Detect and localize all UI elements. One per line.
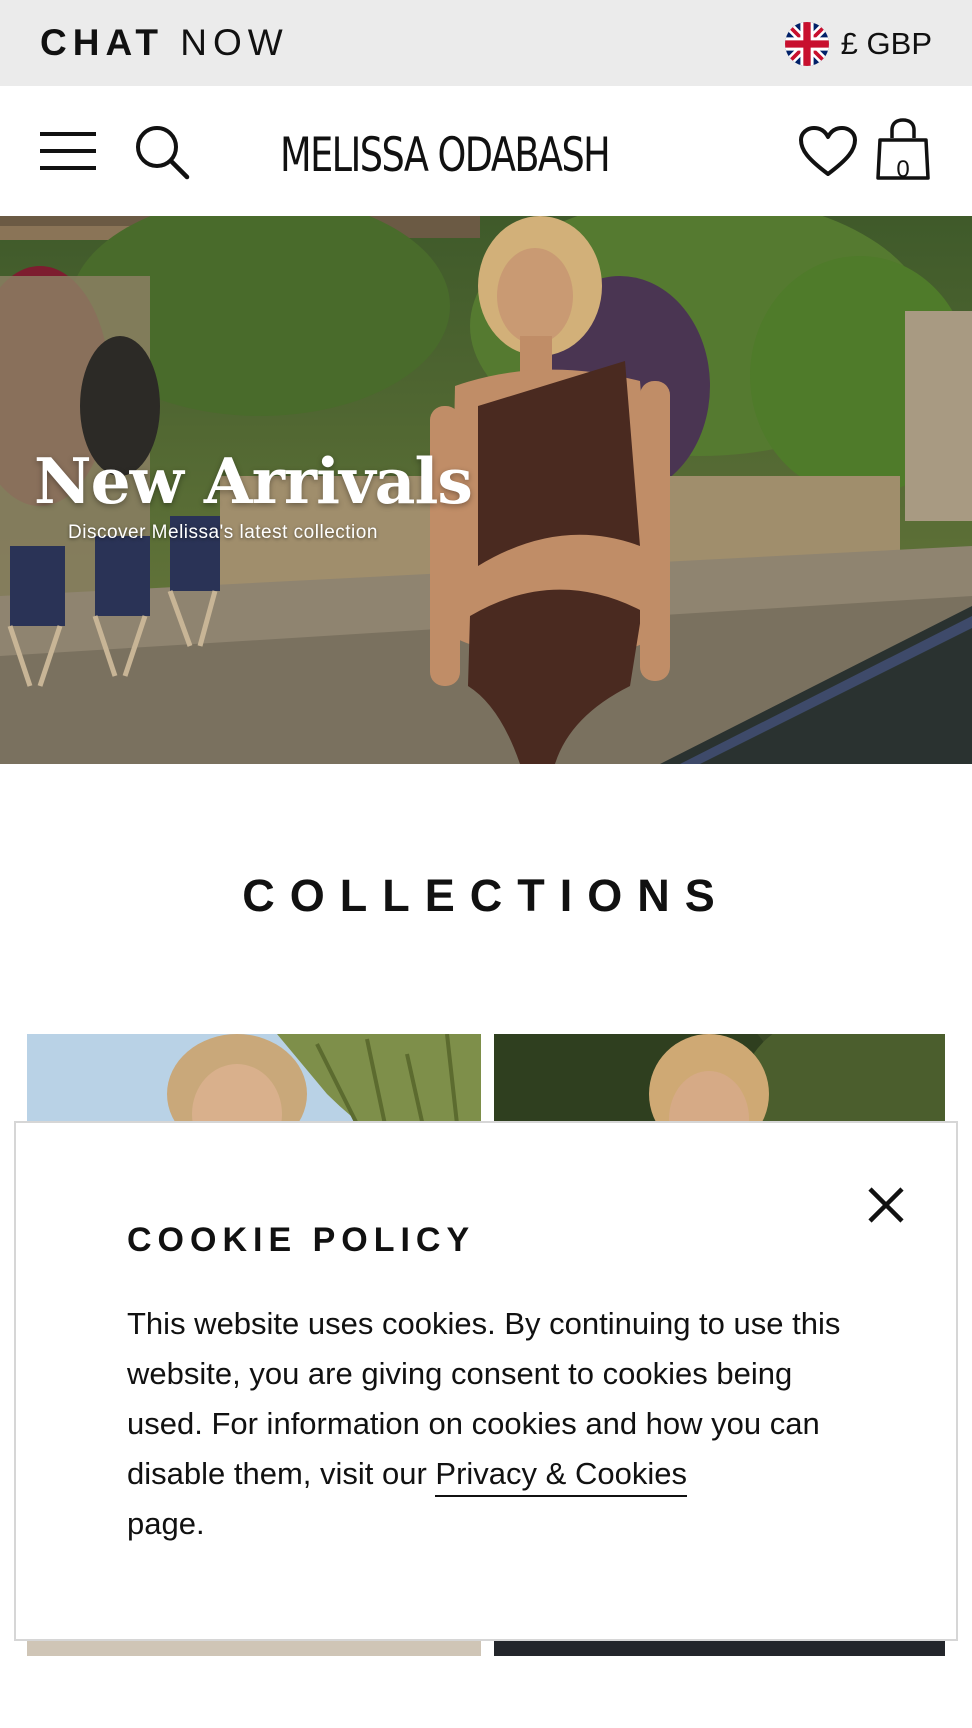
site-header: MELISSA ODABASH 0	[0, 86, 972, 216]
bag-count-badge: 0	[896, 156, 910, 183]
cookie-policy-modal: COOKIE POLICY This website uses cookies.…	[14, 1121, 958, 1641]
search-icon[interactable]	[134, 124, 190, 185]
brand-logo[interactable]: MELISSA ODABASH	[280, 128, 611, 183]
cookie-policy-title: COOKIE POLICY	[127, 1221, 476, 1259]
cookie-text-part2: page.	[127, 1506, 205, 1541]
shopping-bag-icon[interactable]: 0	[876, 118, 930, 183]
currency-selector[interactable]: £ GBP	[784, 22, 932, 66]
heart-icon[interactable]	[798, 126, 858, 183]
chat-now-bold: CHAT	[40, 22, 165, 63]
uk-flag-icon	[784, 22, 829, 66]
chat-now-link[interactable]: CHAT NOW	[40, 22, 289, 64]
chat-now-regular: NOW	[180, 22, 289, 63]
hero-subtitle: Discover Melissa's latest collection	[68, 522, 378, 543]
collections-heading: COLLECTIONS	[242, 870, 730, 921]
currency-label: £ GBP	[840, 26, 932, 61]
close-icon[interactable]	[866, 1185, 906, 1225]
hero-title: New Arrivals	[34, 444, 473, 518]
utility-bar: CHAT NOW £ GBP	[0, 0, 972, 86]
cookie-policy-text: This website uses cookies. By continuing…	[127, 1299, 847, 1549]
privacy-cookies-link[interactable]: Privacy & Cookies	[435, 1456, 687, 1497]
hero-banner[interactable]: New Arrivals Discover Melissa's latest c…	[0, 216, 972, 764]
menu-icon[interactable]	[40, 130, 96, 177]
